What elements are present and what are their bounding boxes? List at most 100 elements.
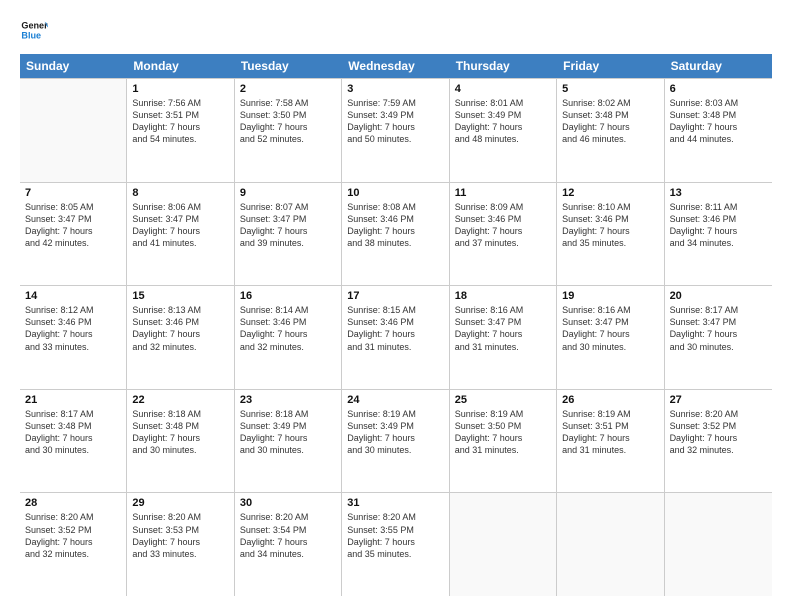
sunset: Sunset: 3:46 PM	[670, 213, 767, 225]
header: General Blue	[20, 16, 772, 44]
sunrise: Sunrise: 8:12 AM	[25, 304, 121, 316]
cal-cell: 22 Sunrise: 8:18 AM Sunset: 3:48 PM Dayl…	[127, 390, 234, 493]
day-number: 4	[455, 83, 551, 95]
sunset: Sunset: 3:47 PM	[25, 213, 121, 225]
day-number: 26	[562, 394, 658, 406]
sunset: Sunset: 3:49 PM	[347, 109, 443, 121]
sunset: Sunset: 3:46 PM	[455, 213, 551, 225]
daylight1: Daylight: 7 hours	[25, 536, 121, 548]
sunrise: Sunrise: 8:05 AM	[25, 201, 121, 213]
day-number: 22	[132, 394, 228, 406]
cal-cell: 16 Sunrise: 8:14 AM Sunset: 3:46 PM Dayl…	[235, 286, 342, 389]
sunset: Sunset: 3:52 PM	[670, 420, 767, 432]
sunrise: Sunrise: 8:07 AM	[240, 201, 336, 213]
daylight1: Daylight: 7 hours	[455, 328, 551, 340]
day-number: 5	[562, 83, 658, 95]
cal-cell: 21 Sunrise: 8:17 AM Sunset: 3:48 PM Dayl…	[20, 390, 127, 493]
daylight2: and 32 minutes.	[240, 341, 336, 353]
sunset: Sunset: 3:52 PM	[25, 524, 121, 536]
daylight2: and 32 minutes.	[132, 341, 228, 353]
calendar-header: SundayMondayTuesdayWednesdayThursdayFrid…	[20, 54, 772, 78]
sunrise: Sunrise: 8:18 AM	[240, 408, 336, 420]
sunrise: Sunrise: 8:03 AM	[670, 97, 767, 109]
sunset: Sunset: 3:48 PM	[25, 420, 121, 432]
cal-cell: 13 Sunrise: 8:11 AM Sunset: 3:46 PM Dayl…	[665, 183, 772, 286]
daylight1: Daylight: 7 hours	[240, 536, 336, 548]
sunset: Sunset: 3:47 PM	[132, 213, 228, 225]
cal-cell: 8 Sunrise: 8:06 AM Sunset: 3:47 PM Dayli…	[127, 183, 234, 286]
sunrise: Sunrise: 7:58 AM	[240, 97, 336, 109]
sunrise: Sunrise: 8:19 AM	[455, 408, 551, 420]
sunrise: Sunrise: 8:20 AM	[347, 511, 443, 523]
day-number: 19	[562, 290, 658, 302]
day-number: 9	[240, 187, 336, 199]
sunset: Sunset: 3:51 PM	[132, 109, 228, 121]
sunrise: Sunrise: 8:15 AM	[347, 304, 443, 316]
sunset: Sunset: 3:54 PM	[240, 524, 336, 536]
sunset: Sunset: 3:47 PM	[455, 316, 551, 328]
week-row-2: 14 Sunrise: 8:12 AM Sunset: 3:46 PM Dayl…	[20, 286, 772, 390]
day-number: 11	[455, 187, 551, 199]
sunrise: Sunrise: 8:17 AM	[670, 304, 767, 316]
daylight1: Daylight: 7 hours	[25, 432, 121, 444]
day-number: 24	[347, 394, 443, 406]
daylight2: and 39 minutes.	[240, 237, 336, 249]
day-header-friday: Friday	[557, 54, 664, 78]
day-number: 2	[240, 83, 336, 95]
sunrise: Sunrise: 7:59 AM	[347, 97, 443, 109]
sunrise: Sunrise: 8:20 AM	[132, 511, 228, 523]
day-number: 20	[670, 290, 767, 302]
day-number: 25	[455, 394, 551, 406]
cal-cell: 1 Sunrise: 7:56 AM Sunset: 3:51 PM Dayli…	[127, 79, 234, 182]
sunrise: Sunrise: 8:06 AM	[132, 201, 228, 213]
sunset: Sunset: 3:48 PM	[670, 109, 767, 121]
daylight2: and 31 minutes.	[347, 341, 443, 353]
cal-cell: 14 Sunrise: 8:12 AM Sunset: 3:46 PM Dayl…	[20, 286, 127, 389]
daylight1: Daylight: 7 hours	[132, 225, 228, 237]
cal-cell: 6 Sunrise: 8:03 AM Sunset: 3:48 PM Dayli…	[665, 79, 772, 182]
cal-cell: 7 Sunrise: 8:05 AM Sunset: 3:47 PM Dayli…	[20, 183, 127, 286]
sunrise: Sunrise: 8:01 AM	[455, 97, 551, 109]
daylight2: and 46 minutes.	[562, 133, 658, 145]
day-number: 27	[670, 394, 767, 406]
daylight2: and 37 minutes.	[455, 237, 551, 249]
daylight2: and 30 minutes.	[347, 444, 443, 456]
day-number: 10	[347, 187, 443, 199]
cal-cell	[665, 493, 772, 596]
cal-cell: 15 Sunrise: 8:13 AM Sunset: 3:46 PM Dayl…	[127, 286, 234, 389]
daylight2: and 30 minutes.	[25, 444, 121, 456]
cal-cell: 29 Sunrise: 8:20 AM Sunset: 3:53 PM Dayl…	[127, 493, 234, 596]
logo-icon: General Blue	[20, 16, 48, 44]
cal-cell	[557, 493, 664, 596]
cal-cell: 26 Sunrise: 8:19 AM Sunset: 3:51 PM Dayl…	[557, 390, 664, 493]
sunrise: Sunrise: 8:19 AM	[562, 408, 658, 420]
daylight2: and 54 minutes.	[132, 133, 228, 145]
week-row-1: 7 Sunrise: 8:05 AM Sunset: 3:47 PM Dayli…	[20, 183, 772, 287]
daylight1: Daylight: 7 hours	[455, 432, 551, 444]
day-number: 12	[562, 187, 658, 199]
logo: General Blue	[20, 16, 52, 44]
day-number: 17	[347, 290, 443, 302]
sunrise: Sunrise: 8:14 AM	[240, 304, 336, 316]
daylight1: Daylight: 7 hours	[240, 225, 336, 237]
sunset: Sunset: 3:46 PM	[347, 213, 443, 225]
cal-cell: 19 Sunrise: 8:16 AM Sunset: 3:47 PM Dayl…	[557, 286, 664, 389]
daylight2: and 35 minutes.	[347, 548, 443, 560]
day-number: 23	[240, 394, 336, 406]
day-number: 13	[670, 187, 767, 199]
daylight2: and 30 minutes.	[240, 444, 336, 456]
daylight1: Daylight: 7 hours	[562, 121, 658, 133]
svg-text:Blue: Blue	[21, 30, 41, 40]
daylight2: and 32 minutes.	[25, 548, 121, 560]
daylight1: Daylight: 7 hours	[670, 121, 767, 133]
sunrise: Sunrise: 8:16 AM	[455, 304, 551, 316]
daylight2: and 30 minutes.	[132, 444, 228, 456]
sunset: Sunset: 3:49 PM	[455, 109, 551, 121]
daylight1: Daylight: 7 hours	[562, 328, 658, 340]
sunset: Sunset: 3:48 PM	[132, 420, 228, 432]
daylight2: and 31 minutes.	[455, 444, 551, 456]
daylight1: Daylight: 7 hours	[670, 225, 767, 237]
cal-cell: 10 Sunrise: 8:08 AM Sunset: 3:46 PM Dayl…	[342, 183, 449, 286]
cal-cell: 28 Sunrise: 8:20 AM Sunset: 3:52 PM Dayl…	[20, 493, 127, 596]
sunset: Sunset: 3:46 PM	[240, 316, 336, 328]
